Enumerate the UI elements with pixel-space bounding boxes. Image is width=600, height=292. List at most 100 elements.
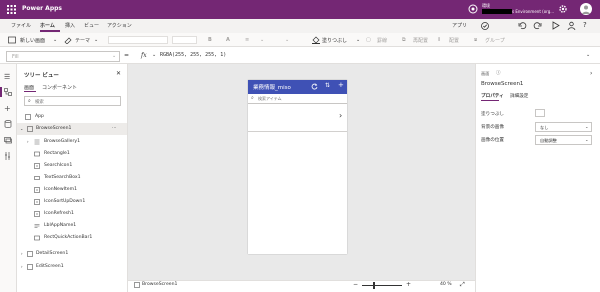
tree-search-box[interactable]: ⌕ 検索 [24, 96, 121, 106]
formula-input[interactable]: RGBA(255, 255, 255, 1) [160, 52, 226, 58]
property-select[interactable]: Fill ⌄ [6, 51, 120, 62]
chevron-right-icon[interactable]: › [21, 251, 23, 256]
font-color-icon[interactable]: A [226, 37, 230, 43]
app-search-placeholder: 検索アイテム [258, 96, 282, 101]
user-avatar[interactable] [580, 3, 592, 15]
account-icon[interactable] [567, 21, 576, 30]
menu-insert[interactable]: 挿入 [65, 22, 75, 29]
chevron-right-icon[interactable]: › [339, 111, 342, 120]
zoom-value: 40 % [440, 282, 452, 287]
chevron-right-icon[interactable]: › [21, 264, 23, 269]
more-options-icon[interactable]: ··· [112, 126, 116, 131]
tree-node-browsescreen1[interactable]: ⌄ BrowseScreen1 ··· [17, 123, 127, 135]
app-launcher-icon[interactable] [7, 5, 16, 14]
left-rail: ☰ + [0, 64, 17, 292]
help-icon[interactable]: ? [583, 21, 587, 29]
menu-bar: ファイル ホーム 挿入 ビュー アクション アプリ ? [0, 19, 600, 33]
image-position-select[interactable]: 自動調整 ⌄ [535, 135, 592, 145]
tab-advanced[interactable]: 詳細設定 [510, 93, 528, 99]
font-size-select[interactable] [172, 36, 197, 44]
align-icon: ⫴ [438, 37, 441, 43]
menu-file[interactable]: ファイル [11, 22, 31, 29]
tree-node-iconsortupdown1[interactable]: IconSortUpDown1 [17, 196, 127, 208]
menu-view[interactable]: ビュー [84, 22, 99, 29]
tree-node-iconnewitem1[interactable]: IconNewItem1 [17, 184, 127, 196]
data-icon[interactable] [4, 120, 12, 128]
tab-screens[interactable]: 画面 [24, 84, 34, 91]
app-screen-preview[interactable] [248, 80, 347, 254]
tree-view-icon[interactable] [4, 88, 12, 96]
screen-icon [134, 282, 140, 288]
zoom-out-icon[interactable]: − [353, 281, 358, 288]
fill-property-label: 塗りつぶし [481, 112, 505, 117]
chevron-down-icon[interactable]: ⌄ [20, 126, 23, 131]
selected-screen-name[interactable]: BrowseScreen1 [481, 81, 523, 87]
tree-node-app[interactable]: App [17, 111, 127, 123]
border-button[interactable]: 罫線 [377, 37, 387, 44]
help-icon[interactable]: ⓘ [496, 70, 501, 76]
menu-action[interactable]: アクション [107, 22, 132, 29]
reorder-button[interactable]: 再配置 [413, 37, 428, 44]
app-title-label[interactable]: 業務情報_miso [253, 83, 291, 91]
tab-properties[interactable]: プロパティ [481, 93, 504, 99]
group-button[interactable]: グループ [485, 37, 505, 44]
zoom-slider[interactable] [362, 285, 402, 286]
close-icon[interactable]: ✕ [116, 70, 121, 77]
chevron-down-icon[interactable]: ⌄ [586, 52, 590, 58]
advanced-tools-icon[interactable] [4, 152, 12, 160]
border-icon: ▢ [366, 37, 371, 43]
chevron-right-icon[interactable]: › [27, 139, 29, 144]
hamburger-icon[interactable]: ☰ [4, 73, 10, 81]
tree-node-iconrefresh1[interactable]: IconRefresh1 [17, 208, 127, 220]
tree-node-searchicon1[interactable]: SearchIcon1 [17, 160, 127, 172]
fill-button[interactable]: 塗りつぶし [322, 37, 347, 44]
tree-view-panel: ツリー ビュー ✕ 画面 コンポーネント ⌕ 検索 App ⌄ BrowseSc… [17, 64, 128, 292]
rectangle-icon [34, 151, 40, 157]
chevron-right-icon[interactable]: › [590, 70, 592, 77]
tree-node-label: BrowseGallery1 [44, 139, 81, 144]
font-select[interactable] [108, 36, 168, 44]
chevron-down-icon: ⌄ [285, 37, 290, 43]
refresh-icon[interactable] [311, 83, 318, 90]
redo-icon[interactable] [533, 21, 542, 30]
app-checker-icon[interactable] [480, 21, 490, 31]
fill-color-swatch[interactable] [535, 109, 545, 117]
tree-node-lblappname1[interactable]: LblAppName1 [17, 220, 127, 232]
theme-button[interactable]: テーマ [75, 37, 90, 44]
zoom-in-icon[interactable]: + [406, 281, 411, 288]
undo-icon[interactable] [518, 21, 527, 30]
align-button[interactable]: 配置 [449, 37, 459, 44]
fit-to-window-icon[interactable]: ⤢ [460, 281, 465, 289]
chevron-down-icon: ⌄ [585, 137, 589, 142]
chevron-down-icon: ⌄ [112, 53, 117, 59]
tree-node-label: DetailScreen1 [36, 251, 69, 256]
current-screen-label[interactable]: BrowseScreen1 [142, 282, 177, 287]
bold-icon[interactable]: B [208, 37, 212, 43]
tree-node-rectangle1[interactable]: Rectangle1 [17, 148, 127, 160]
sort-icon[interactable]: ⇅ [325, 82, 330, 89]
zoom-slider-thumb[interactable] [373, 282, 375, 289]
background-image-select[interactable]: なし ⌄ [535, 122, 592, 132]
tab-components[interactable]: コンポーネント [42, 84, 77, 91]
tree-node-label: SearchIcon1 [44, 163, 73, 168]
tree-node-editscreen1[interactable]: › EditScreen1 [17, 261, 127, 273]
run-icon[interactable] [551, 21, 560, 30]
fx-icon[interactable]: fx [141, 52, 147, 59]
app-icon [25, 114, 31, 120]
tree-node-detailscreen1[interactable]: › DetailScreen1 [17, 248, 127, 260]
insert-icon[interactable]: + [4, 104, 11, 113]
toolbar: 新しい画面 ⌄ テーマ ⌄ B A ≡ ⌄ ⌄ 塗りつぶし ⌄ ▢ 罫線 ⧉ 再… [0, 33, 600, 47]
tree-node-rectquickactionbar1[interactable]: RectQuickActionBar1 [17, 232, 127, 244]
menu-home[interactable]: ホーム [40, 22, 55, 29]
tree-node-textsearchbox1[interactable]: TextSearchBox1 [17, 172, 127, 184]
add-item-icon[interactable]: + [338, 81, 344, 89]
menu-app[interactable]: アプリ [452, 22, 467, 29]
align-text-icon[interactable]: ≡ [245, 37, 249, 43]
tree-node-label: EditScreen1 [36, 264, 64, 269]
environment-icon[interactable] [468, 4, 478, 14]
media-icon[interactable] [4, 136, 12, 144]
tree-node-browsegallery1[interactable]: › BrowseGallery1 [17, 136, 127, 148]
new-screen-button[interactable]: 新しい画面 [20, 37, 45, 44]
active-tab-underline [24, 91, 36, 92]
settings-icon[interactable] [558, 4, 568, 14]
